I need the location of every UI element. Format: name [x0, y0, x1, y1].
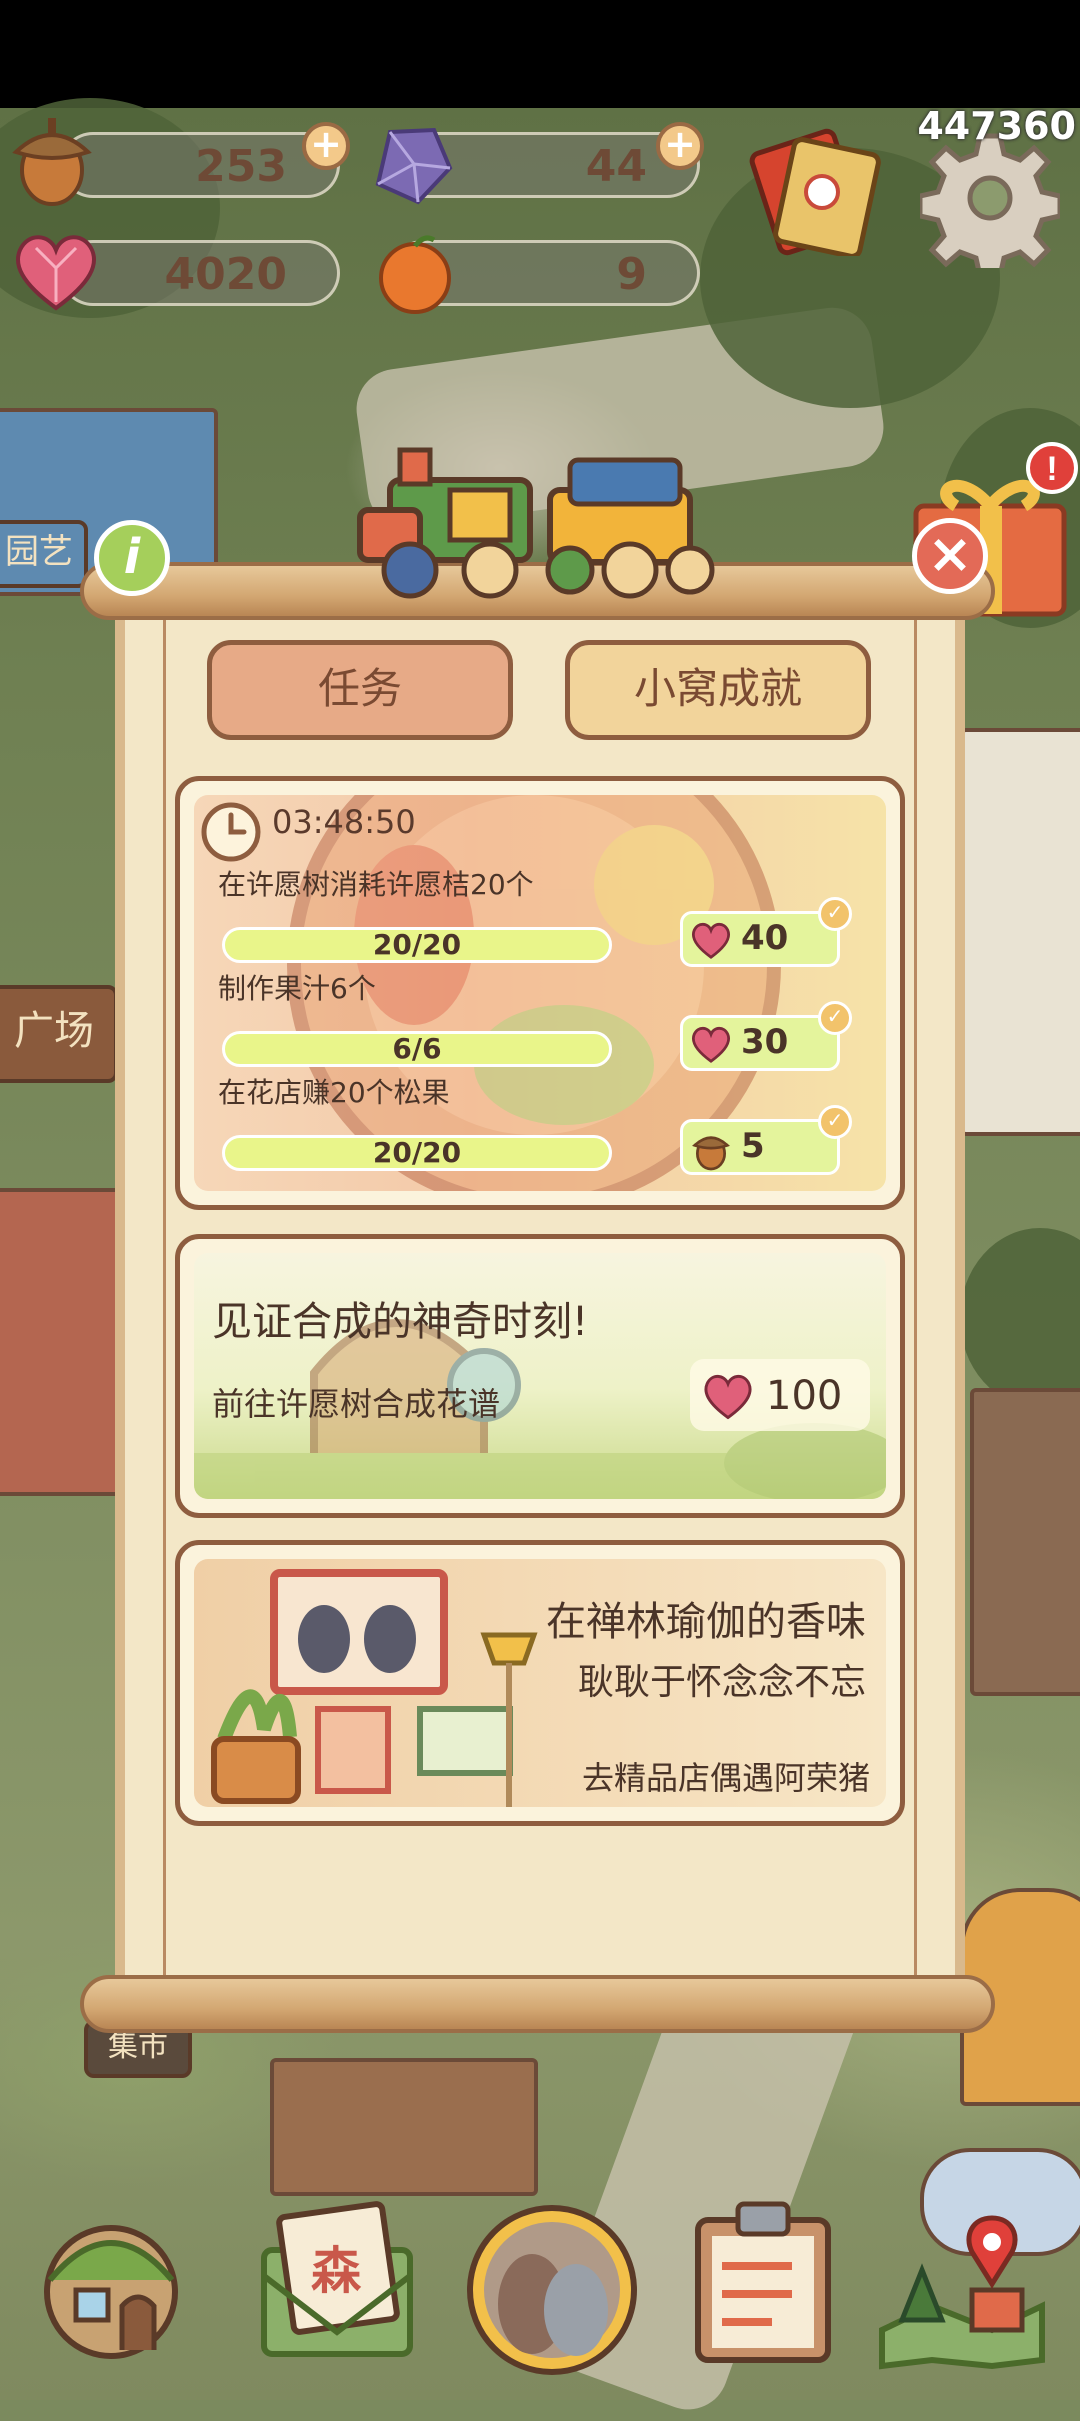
task-1-progress: 20/20 [372, 928, 462, 961]
task-2-check-icon: ✓ [818, 1001, 852, 1035]
story-link[interactable]: 去精品店偶遇阿荣猪 [582, 1753, 870, 1799]
story-title: 在禅林瑜伽的香味 [546, 1599, 866, 1645]
svg-text:!: ! [1046, 450, 1057, 488]
task-1-reward-amount: 40 [741, 918, 789, 958]
tasks-clipboard-icon[interactable] [688, 2196, 838, 2366]
heart-gem-icon [691, 922, 731, 959]
tab-tasks[interactable]: 任务 [207, 640, 513, 740]
acorn-counter: 253 [60, 132, 340, 198]
achievement-reward: 100 [690, 1359, 870, 1431]
tangerine-icon [379, 235, 451, 314]
task-timer: 03:48:50 [272, 803, 416, 841]
task-1-check-icon: ✓ [818, 897, 852, 931]
gem-count: 44 [585, 141, 647, 192]
add-acorns-button[interactable]: + [302, 122, 350, 170]
home-icon[interactable] [36, 2210, 186, 2360]
info-button[interactable]: i [94, 520, 170, 596]
task-2-progress-bar: 6/6 [222, 1031, 612, 1067]
heart-gem-icon [15, 235, 97, 311]
tab-home-achievements[interactable]: 小窝成就 [565, 640, 871, 740]
achievement-reward-amount: 100 [766, 1373, 843, 1419]
add-gems-button[interactable]: + [656, 122, 704, 170]
heart-gem-icon [691, 1026, 731, 1063]
task-2-reward[interactable]: 30 [680, 1015, 840, 1071]
task-3-label: 在花店赚20个松果 [218, 1076, 450, 1109]
status-bar [0, 0, 1080, 108]
achievement-subtitle: 前往许愿树合成花谱 [212, 1385, 501, 1423]
scroll-bottom-rod [80, 1975, 995, 2033]
task-3-reward-amount: 5 [741, 1126, 765, 1166]
task-1-reward[interactable]: 40 [680, 911, 840, 967]
acorn-count: 253 [195, 141, 287, 192]
close-button[interactable]: × [912, 518, 988, 594]
toy-train-icon [357, 447, 715, 599]
acorn-icon [12, 118, 92, 206]
purple-gem-icon [375, 127, 453, 205]
fortune-envelope-icon[interactable] [742, 126, 882, 256]
task-2-reward-amount: 30 [741, 1022, 789, 1062]
task-2-label: 制作果汁6个 [218, 972, 376, 1005]
fruit-count: 9 [616, 249, 647, 300]
heart-gem-icon [704, 1374, 752, 1420]
mail-icon[interactable]: 森 [252, 2196, 422, 2366]
daily-tasks-card: 03:48:50 在许愿树消耗许愿桔20个 20/20 40 ✓ 制作果汁6个 … [175, 776, 905, 1210]
task-2-progress: 6/6 [392, 1032, 442, 1065]
task-1-progress-bar: 20/20 [222, 927, 612, 963]
achievement-card[interactable]: 见证合成的神奇时刻! 前往许愿树合成花谱 100 [175, 1234, 905, 1518]
friends-icon[interactable] [462, 2200, 642, 2380]
square-sign: 广场 [0, 985, 118, 1083]
task-3-progress-bar: 20/20 [222, 1135, 612, 1171]
map-icon[interactable] [872, 2210, 1052, 2370]
achievement-title: 见证合成的神奇时刻! [212, 1299, 589, 1345]
task-3-progress: 20/20 [372, 1136, 462, 1169]
gear-icon[interactable] [920, 128, 1060, 268]
story-subtitle: 耿耿于怀念念不忘 [577, 1662, 866, 1703]
story-card[interactable]: 在禅林瑜伽的香味 耿耿于怀念念不忘 去精品店偶遇阿荣猪 [175, 1540, 905, 1826]
score-readout: 447360 [917, 104, 1076, 148]
clock-icon [201, 802, 261, 862]
task-3-check-icon: ✓ [818, 1105, 852, 1139]
task-3-reward[interactable]: 5 [680, 1119, 840, 1175]
garden-sign: 园艺 [0, 520, 88, 588]
acorn-icon [692, 1136, 730, 1171]
heart-count: 4020 [164, 249, 287, 300]
heart-counter: 4020 [60, 240, 340, 306]
task-1-label: 在许愿树消耗许愿桔20个 [218, 868, 534, 901]
svg-text:森: 森 [311, 2242, 362, 2300]
